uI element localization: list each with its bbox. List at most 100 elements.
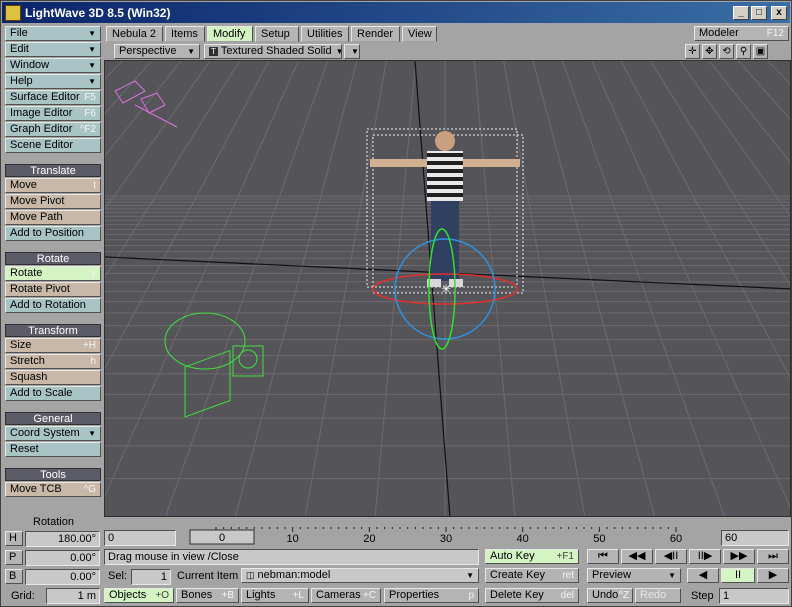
grid-line bbox=[105, 61, 445, 517]
minimize-button[interactable]: _ bbox=[733, 5, 749, 20]
menu-edit[interactable]: Edit bbox=[5, 42, 101, 57]
tool-squash[interactable]: Squash bbox=[5, 370, 101, 385]
tab-nebula-2[interactable]: Nebula 2 bbox=[106, 26, 163, 42]
menu-window[interactable]: Window bbox=[5, 58, 101, 73]
grid-size-field[interactable]: 1 m bbox=[46, 588, 100, 604]
properties-button[interactable]: Properties p bbox=[384, 588, 479, 603]
light-lens bbox=[238, 349, 258, 369]
step-field[interactable]: 1 bbox=[719, 588, 789, 604]
tool-add-to-scale-label: Add to Scale bbox=[10, 387, 73, 399]
filter-objects-shortcut: +O bbox=[155, 590, 169, 601]
menu-file[interactable]: File bbox=[5, 26, 101, 41]
heading-field[interactable]: 180.00° bbox=[25, 531, 100, 547]
next-frame-icon: II▶ bbox=[697, 550, 713, 562]
first-frame-button[interactable]: ⏮ bbox=[587, 549, 619, 564]
grid-line bbox=[105, 61, 445, 517]
move-view-icon[interactable]: ✛ bbox=[685, 44, 700, 59]
bank-button[interactable]: B bbox=[5, 569, 23, 584]
preview-dropdown[interactable]: Preview bbox=[587, 568, 681, 583]
pitch-button[interactable]: P bbox=[5, 550, 23, 565]
editor-surface-editor[interactable]: Surface Editor F5 bbox=[5, 90, 101, 105]
tool-add-to-position[interactable]: Add to Position bbox=[5, 226, 101, 241]
tool-size[interactable]: Size +H bbox=[5, 338, 101, 353]
filter-bones-shortcut: +B bbox=[221, 590, 234, 601]
filter-cameras[interactable]: Cameras +C bbox=[311, 588, 381, 603]
rotate-view-icon[interactable]: ✥ bbox=[702, 44, 717, 59]
modeler-button[interactable]: Modeler F12 bbox=[694, 26, 789, 41]
section-transform-header: Transform bbox=[5, 324, 101, 337]
tab-items[interactable]: Items bbox=[165, 26, 205, 42]
tab-modify[interactable]: Modify bbox=[207, 26, 253, 42]
zoom-view-icon[interactable]: ⚲ bbox=[736, 44, 751, 59]
tool-squash-label: Squash bbox=[10, 371, 48, 383]
section-translate-header: Translate bbox=[5, 164, 101, 177]
tool-rotate[interactable]: Rotate y bbox=[5, 266, 101, 281]
close-button[interactable]: x bbox=[771, 5, 787, 20]
tool-stretch[interactable]: Stretch h bbox=[5, 354, 101, 369]
undo-button[interactable]: Undo ^Z bbox=[587, 588, 633, 603]
modeler-shortcut: F12 bbox=[766, 28, 784, 39]
tool-move[interactable]: Move t bbox=[5, 178, 101, 193]
filter-lights[interactable]: Lights +L bbox=[241, 588, 309, 603]
play-forward-button[interactable]: ▶ bbox=[757, 568, 789, 583]
current-frame-label: 0 bbox=[219, 532, 225, 544]
current-item-dropdown[interactable]: ◫ nebman:model bbox=[241, 568, 479, 583]
editor-scene-editor[interactable]: Scene Editor bbox=[5, 138, 101, 153]
editor-graph-editor[interactable]: Graph Editor ^F2 bbox=[5, 122, 101, 137]
heading-button[interactable]: H bbox=[5, 531, 23, 546]
previous-frame-button[interactable]: ◀II bbox=[655, 549, 687, 564]
editor-image-editor[interactable]: Image Editor F6 bbox=[5, 106, 101, 121]
viewport-scene[interactable]: ✳ bbox=[105, 61, 791, 517]
tab-render[interactable]: Render bbox=[351, 26, 400, 42]
filter-bones[interactable]: Bones +B bbox=[176, 588, 239, 603]
tab-setup[interactable]: Setup bbox=[255, 26, 299, 42]
timeline[interactable]: 10 20 30 40 50 60 0 bbox=[176, 521, 719, 546]
pitch-label: P bbox=[9, 551, 17, 563]
delete-key-button[interactable]: Delete Key del bbox=[485, 588, 579, 603]
pause-button[interactable]: II bbox=[721, 568, 755, 583]
next-frame-button[interactable]: II▶ bbox=[689, 549, 721, 564]
character-shirt-stripe bbox=[427, 193, 463, 197]
tool-add-to-scale[interactable]: Add to Scale bbox=[5, 386, 101, 401]
grid-line bbox=[105, 61, 445, 517]
render-mode-dropdown[interactable]: T Textured Shaded Solid bbox=[204, 44, 342, 59]
redo-button[interactable]: Redo bbox=[635, 588, 681, 603]
step-label: Step bbox=[691, 590, 714, 602]
tool-rotate-pivot[interactable]: Rotate Pivot bbox=[5, 282, 101, 297]
tool-reset[interactable]: Reset bbox=[5, 442, 101, 457]
maximize-viewport-icon[interactable]: ▣ bbox=[753, 44, 768, 59]
perspective-viewport[interactable]: ✳ bbox=[104, 60, 791, 517]
tool-move-pivot[interactable]: Move Pivot bbox=[5, 194, 101, 209]
tool-coord-system[interactable]: Coord System bbox=[5, 426, 101, 441]
tool-add-to-rotation[interactable]: Add to Rotation bbox=[5, 298, 101, 313]
tool-size-shortcut: +H bbox=[82, 340, 96, 351]
tab-view[interactable]: View bbox=[402, 26, 437, 42]
viewport-options-dropdown[interactable] bbox=[344, 44, 360, 59]
filter-objects[interactable]: Objects +O bbox=[104, 588, 174, 603]
menu-help[interactable]: Help bbox=[5, 74, 101, 89]
bank-field[interactable]: 0.00° bbox=[25, 569, 100, 585]
tab-utilities[interactable]: Utilities bbox=[301, 26, 349, 42]
create-key-shortcut: ret bbox=[562, 570, 574, 581]
orbit-view-icon[interactable]: ⟲ bbox=[719, 44, 734, 59]
end-frame-field[interactable]: 60 bbox=[721, 530, 789, 546]
tool-move-path[interactable]: Move Path bbox=[5, 210, 101, 225]
view-type-dropdown[interactable]: Perspective bbox=[114, 44, 200, 59]
menu-window-label: Window bbox=[10, 59, 50, 71]
character-head bbox=[435, 131, 455, 151]
editor-scene-editor-label: Scene Editor bbox=[10, 139, 73, 151]
rotation-title: Rotation bbox=[33, 516, 74, 528]
previous-key-button[interactable]: ◀◀ bbox=[621, 549, 653, 564]
start-frame-field[interactable]: 0 bbox=[104, 530, 176, 546]
auto-key-button[interactable]: Auto Key +F1 bbox=[485, 549, 579, 564]
play-reverse-button[interactable]: ◀ bbox=[687, 568, 719, 583]
last-frame-button[interactable]: ⏭ bbox=[757, 549, 789, 564]
maximize-button[interactable]: □ bbox=[751, 5, 767, 20]
next-key-button[interactable]: ▶▶ bbox=[723, 549, 755, 564]
pitch-field[interactable]: 0.00° bbox=[25, 550, 100, 566]
timeline-ruler[interactable]: 10 20 30 40 50 60 0 bbox=[176, 521, 719, 546]
create-key-button[interactable]: Create Key ret bbox=[485, 568, 579, 583]
grid-line bbox=[105, 61, 445, 517]
tool-move-tcb[interactable]: Move TCB ^G bbox=[5, 482, 101, 497]
title-bar[interactable]: LightWave 3D 8.5 (Win32) _ □ x bbox=[2, 2, 790, 23]
